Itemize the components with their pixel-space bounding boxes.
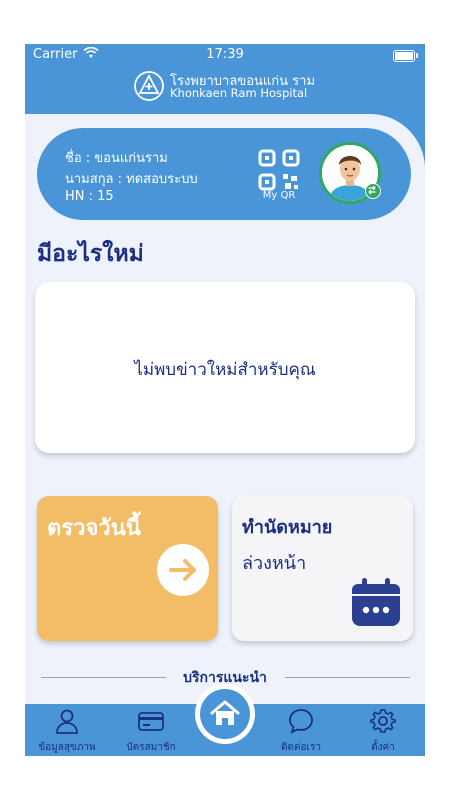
hospital-logo-icon [134,71,164,101]
profile-first-name: ชื่อ : ขอนแก่นราม [65,151,168,166]
tab-member-card[interactable]: บัตรสมาชิก [111,704,191,756]
tab-member-card-label: บัตรสมาชิก [126,742,176,753]
my-qr-label: My QR [262,190,296,201]
news-section-title: มีอะไรใหม่ [37,241,144,267]
profile-hn: HN : 15 [65,189,114,204]
recommended-divider: บริการแนะนำ [25,666,425,686]
calendar-icon [352,578,400,626]
card-icon [138,712,164,731]
clock: 17:39 [206,47,244,62]
tab-health-info-label: ข้อมูลสุขภาพ [38,742,96,753]
tab-contact-us-label: ติดต่อเรา [281,742,321,753]
arrow-right-icon [157,544,209,596]
status-bar: Carrier 17:39 [25,44,425,66]
news-card: ไม่พบข่าวใหม่สำหรับคุณ [35,282,415,453]
battery-icon [393,50,415,62]
appointment-card[interactable]: ทำนัดหมาย ล่วงหน้า [232,496,413,641]
tab-home[interactable] [195,684,255,744]
appointment-subtitle: ล่วงหน้า [242,553,307,574]
gear-icon [370,709,396,733]
today-checkup-card[interactable]: ตรวจวันนี้ [37,496,218,641]
switch-profile-icon[interactable] [365,183,381,199]
tab-settings-label: ตั้งค่า [371,742,395,753]
profile-last-name: นามสกุล : ทดสอบระบบ [65,172,198,187]
today-checkup-label: ตรวจวันนี้ [47,516,141,541]
person-icon [56,709,78,734]
hospital-name-en: Khonkaen Ram Hospital [170,86,308,100]
tab-settings[interactable]: ตั้งค่า [343,704,423,756]
chat-icon [289,709,313,734]
tab-contact-us[interactable]: ติดต่อเรา [261,704,341,756]
tab-health-info[interactable]: ข้อมูลสุขภาพ [27,704,107,756]
home-icon [210,700,240,725]
app-screen: Carrier 17:39 โรงพยาบาลขอนแก่น ราม Khonk… [25,44,425,756]
appointment-title: ทำนัดหมาย [242,517,333,538]
news-empty-message: ไม่พบข่าวใหม่สำหรับคุณ [134,360,316,380]
profile-card[interactable]: ชื่อ : ขอนแก่นราม นามสกุล : ทดสอบระบบ HN… [37,128,411,220]
